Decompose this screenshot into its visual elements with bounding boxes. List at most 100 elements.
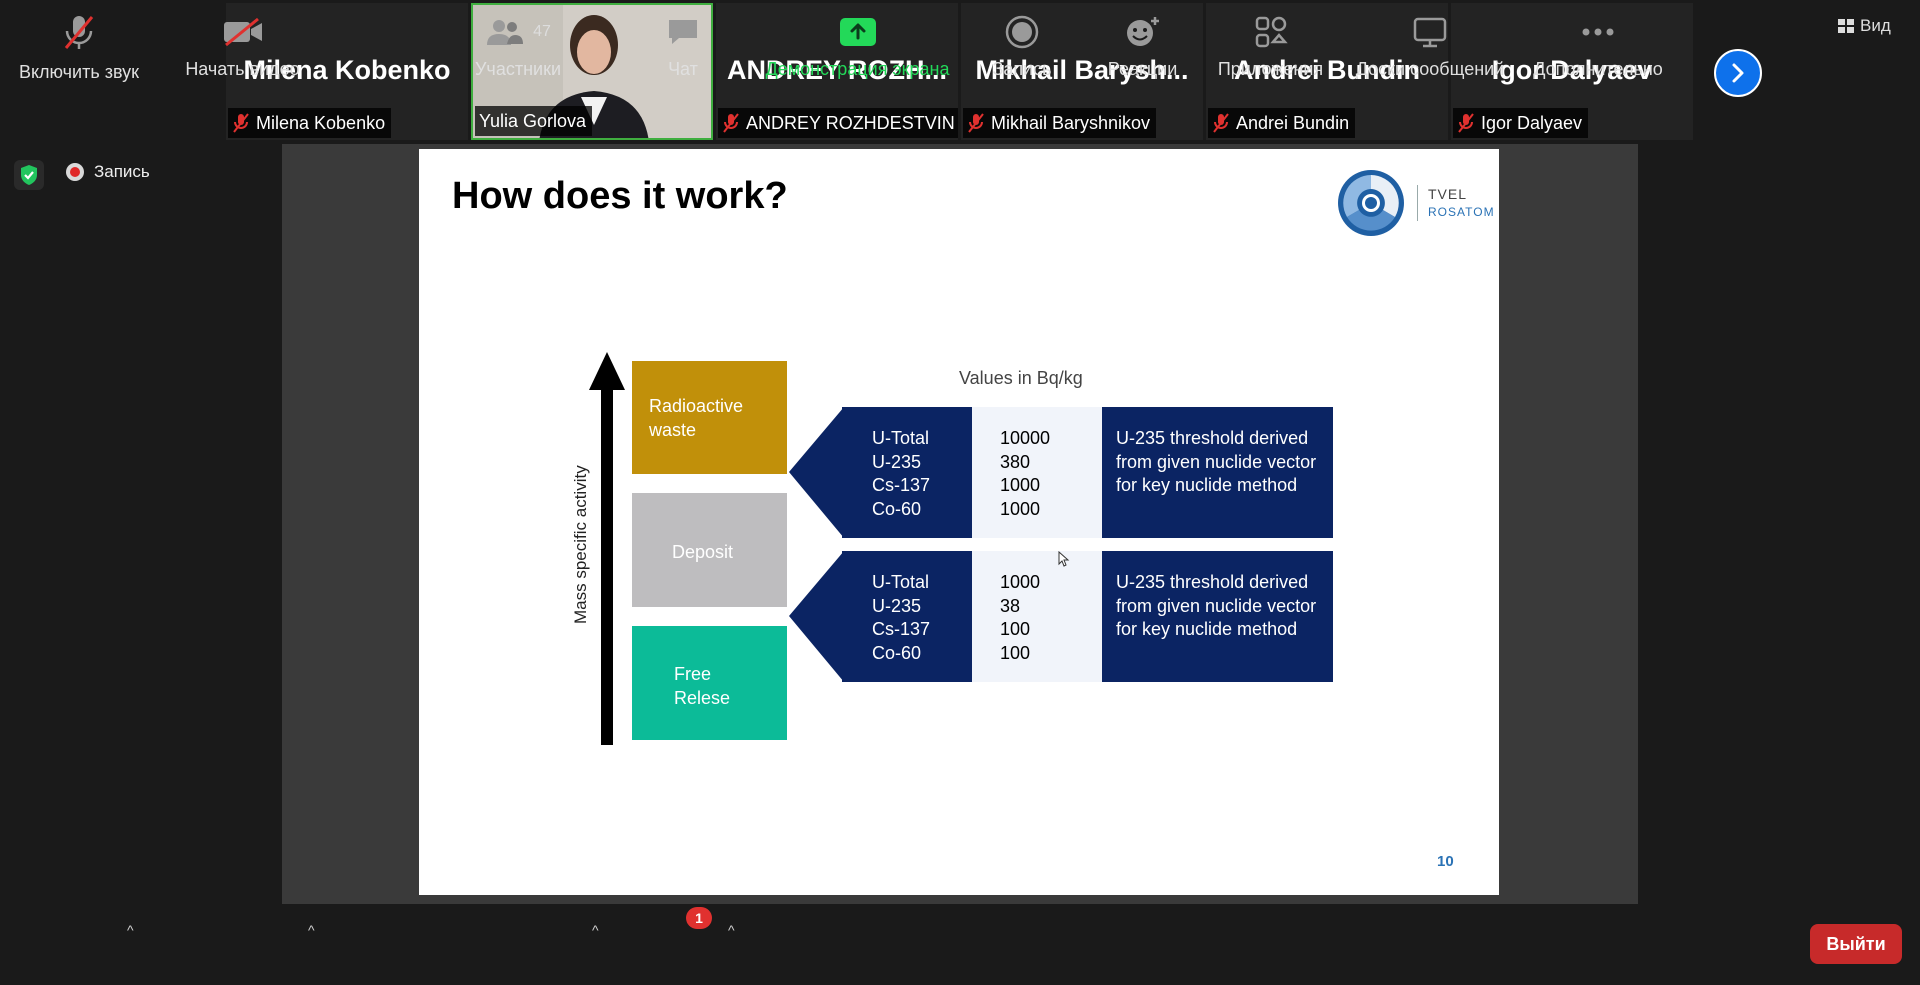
participant-tag: Igor Dalyaev	[1453, 108, 1589, 138]
value-list: 10000 380 1000 1000	[972, 407, 1102, 538]
participant-tag: Yulia Gorlova	[475, 106, 593, 136]
nuclide-name: U-235	[872, 451, 922, 472]
next-page-button[interactable]	[1714, 49, 1762, 97]
mouse-cursor-icon	[1058, 551, 1070, 567]
category-label: Free Relese	[674, 664, 731, 708]
nuclide-value: 100	[1000, 619, 1031, 639]
chat-button[interactable]: Чат	[643, 0, 723, 80]
participants-label: Участники	[475, 59, 561, 79]
value-list: 1000 38 100 100	[972, 551, 1102, 682]
grid-view-icon	[1838, 19, 1854, 33]
nuclide-value: 380	[1000, 451, 1031, 472]
muted-mic-icon	[968, 113, 984, 133]
nuclide-name: Co-60	[872, 498, 922, 519]
meeting-toolbar	[0, 905, 1920, 985]
unmute-label: Включить звук	[18, 62, 140, 82]
apps-icon	[1255, 16, 1288, 47]
nuclide-name: Co-60	[872, 642, 922, 663]
whiteboards-button[interactable]: Доски сообщений	[1350, 0, 1510, 80]
apps-label: Приложения	[1217, 59, 1324, 79]
muted-mic-icon	[64, 16, 94, 49]
record-button[interactable]: Запись	[982, 0, 1062, 80]
muted-mic-icon	[1213, 113, 1229, 133]
reactions-button[interactable]: Реакции	[1100, 0, 1185, 80]
recording-label: Запись	[94, 162, 150, 181]
threshold-note: U-235 threshold derived from given nucli…	[1102, 551, 1333, 682]
nuclide-value: 1000	[1000, 475, 1041, 495]
participant-tag: Andrei Bundin	[1208, 108, 1356, 138]
values-header: Values in Bq/kg	[959, 368, 1083, 388]
video-off-icon	[223, 17, 262, 46]
participant-tag: Milena Kobenko	[228, 108, 392, 138]
category-free-release: Free Relese	[632, 626, 787, 740]
apps-button[interactable]: Приложения	[1213, 0, 1328, 80]
record-icon	[1005, 15, 1039, 48]
start-video-label: Начать видео	[185, 59, 300, 79]
participants-count: 47	[533, 22, 551, 40]
view-label: Вид	[1860, 16, 1891, 35]
share-screen-label: Демонстрация экрана	[765, 59, 950, 79]
reactions-label: Реакции	[1107, 59, 1178, 79]
participant-tag-label: Mikhail Baryshnikov	[991, 112, 1151, 133]
muted-mic-icon	[233, 113, 249, 133]
presentation-slide: How does it work? TVEL ROSATOM Mass spec…	[419, 149, 1499, 895]
reaction-emoji-icon	[1126, 16, 1159, 46]
record-dot-icon	[66, 163, 84, 181]
participant-tag-label: Igor Dalyaev	[1481, 112, 1583, 133]
recording-indicator[interactable]: Запись	[66, 162, 150, 182]
threshold-panel-lower: U-Total U-235 Cs-137 Co-60 1000 38 100 1…	[842, 551, 1333, 682]
audio-options-caret-icon[interactable]: ^	[127, 922, 134, 938]
nuclide-name: U-235	[872, 595, 922, 616]
participant-tag-label: Milena Kobenko	[256, 112, 386, 133]
security-shield-button[interactable]	[14, 160, 44, 190]
more-dots-icon	[1582, 28, 1614, 35]
participants-options-caret-icon[interactable]: ^	[592, 922, 599, 938]
participant-tag-label: Andrei Bundin	[1236, 112, 1350, 133]
whiteboards-label: Доски сообщений	[1355, 59, 1505, 79]
more-button[interactable]: Дополнительно	[1528, 0, 1668, 80]
axis-label: Mass specific activity	[571, 465, 590, 624]
nuclide-list: U-Total U-235 Cs-137 Co-60	[842, 551, 972, 682]
logo-line-2: ROSATOM	[1428, 205, 1495, 219]
company-logo: TVEL ROSATOM	[1337, 169, 1495, 237]
participant-tag-label: Yulia Gorlova	[479, 110, 587, 131]
muted-mic-icon	[1458, 113, 1474, 133]
participants-icon	[487, 19, 524, 45]
slide-title: How does it work?	[452, 175, 788, 217]
participant-tag: Mikhail Baryshnikov	[963, 108, 1157, 138]
chevron-right-icon	[1732, 63, 1744, 83]
nuclide-value: 10000	[1000, 428, 1051, 448]
category-label: Deposit	[672, 542, 734, 562]
share-screen-icon	[839, 17, 876, 46]
pointer-arrow	[789, 407, 844, 538]
record-label: Запись	[992, 59, 1052, 79]
pointer-arrow	[789, 551, 844, 682]
logo-text: TVEL ROSATOM	[1417, 185, 1495, 221]
share-screen-button[interactable]: Демонстрация экрана	[760, 0, 955, 80]
category-radioactive-waste: Radioactive waste	[632, 361, 787, 474]
nuclide-name: Cs-137	[872, 475, 931, 495]
nuclide-value: 38	[1000, 595, 1021, 616]
participant-tag: ANDREY ROZHDESTVIN	[718, 108, 958, 138]
logo-line-1: TVEL	[1428, 186, 1468, 202]
video-options-caret-icon[interactable]: ^	[308, 922, 315, 938]
nuclide-name: U-Total	[872, 572, 930, 592]
participants-button[interactable]: 47 Участники	[468, 0, 568, 80]
participant-tag-label: ANDREY ROZHDESTVIN	[746, 112, 955, 133]
nuclide-name: U-Total	[872, 428, 930, 448]
rosatom-logo-icon	[1338, 170, 1404, 236]
slide-page-number: 10	[1437, 853, 1454, 870]
chat-label: Чат	[668, 59, 698, 79]
activity-axis-arrow	[589, 352, 625, 745]
threshold-panel-upper: U-Total U-235 Cs-137 Co-60 10000 380 100…	[842, 407, 1333, 538]
unmute-button[interactable]: Включить звук	[14, 0, 144, 82]
chat-options-caret-icon[interactable]: ^	[728, 922, 735, 938]
nuclide-value: 1000	[1000, 498, 1041, 519]
chat-icon	[669, 19, 697, 44]
start-video-button[interactable]: Начать видео	[180, 0, 305, 80]
nuclide-name: Cs-137	[872, 619, 931, 639]
leave-meeting-button[interactable]: Выйти	[1810, 924, 1902, 964]
category-label: Radioactive waste	[649, 396, 744, 440]
threshold-note: U-235 threshold derived from given nucli…	[1102, 407, 1333, 538]
view-button[interactable]: Вид	[1838, 10, 1891, 42]
